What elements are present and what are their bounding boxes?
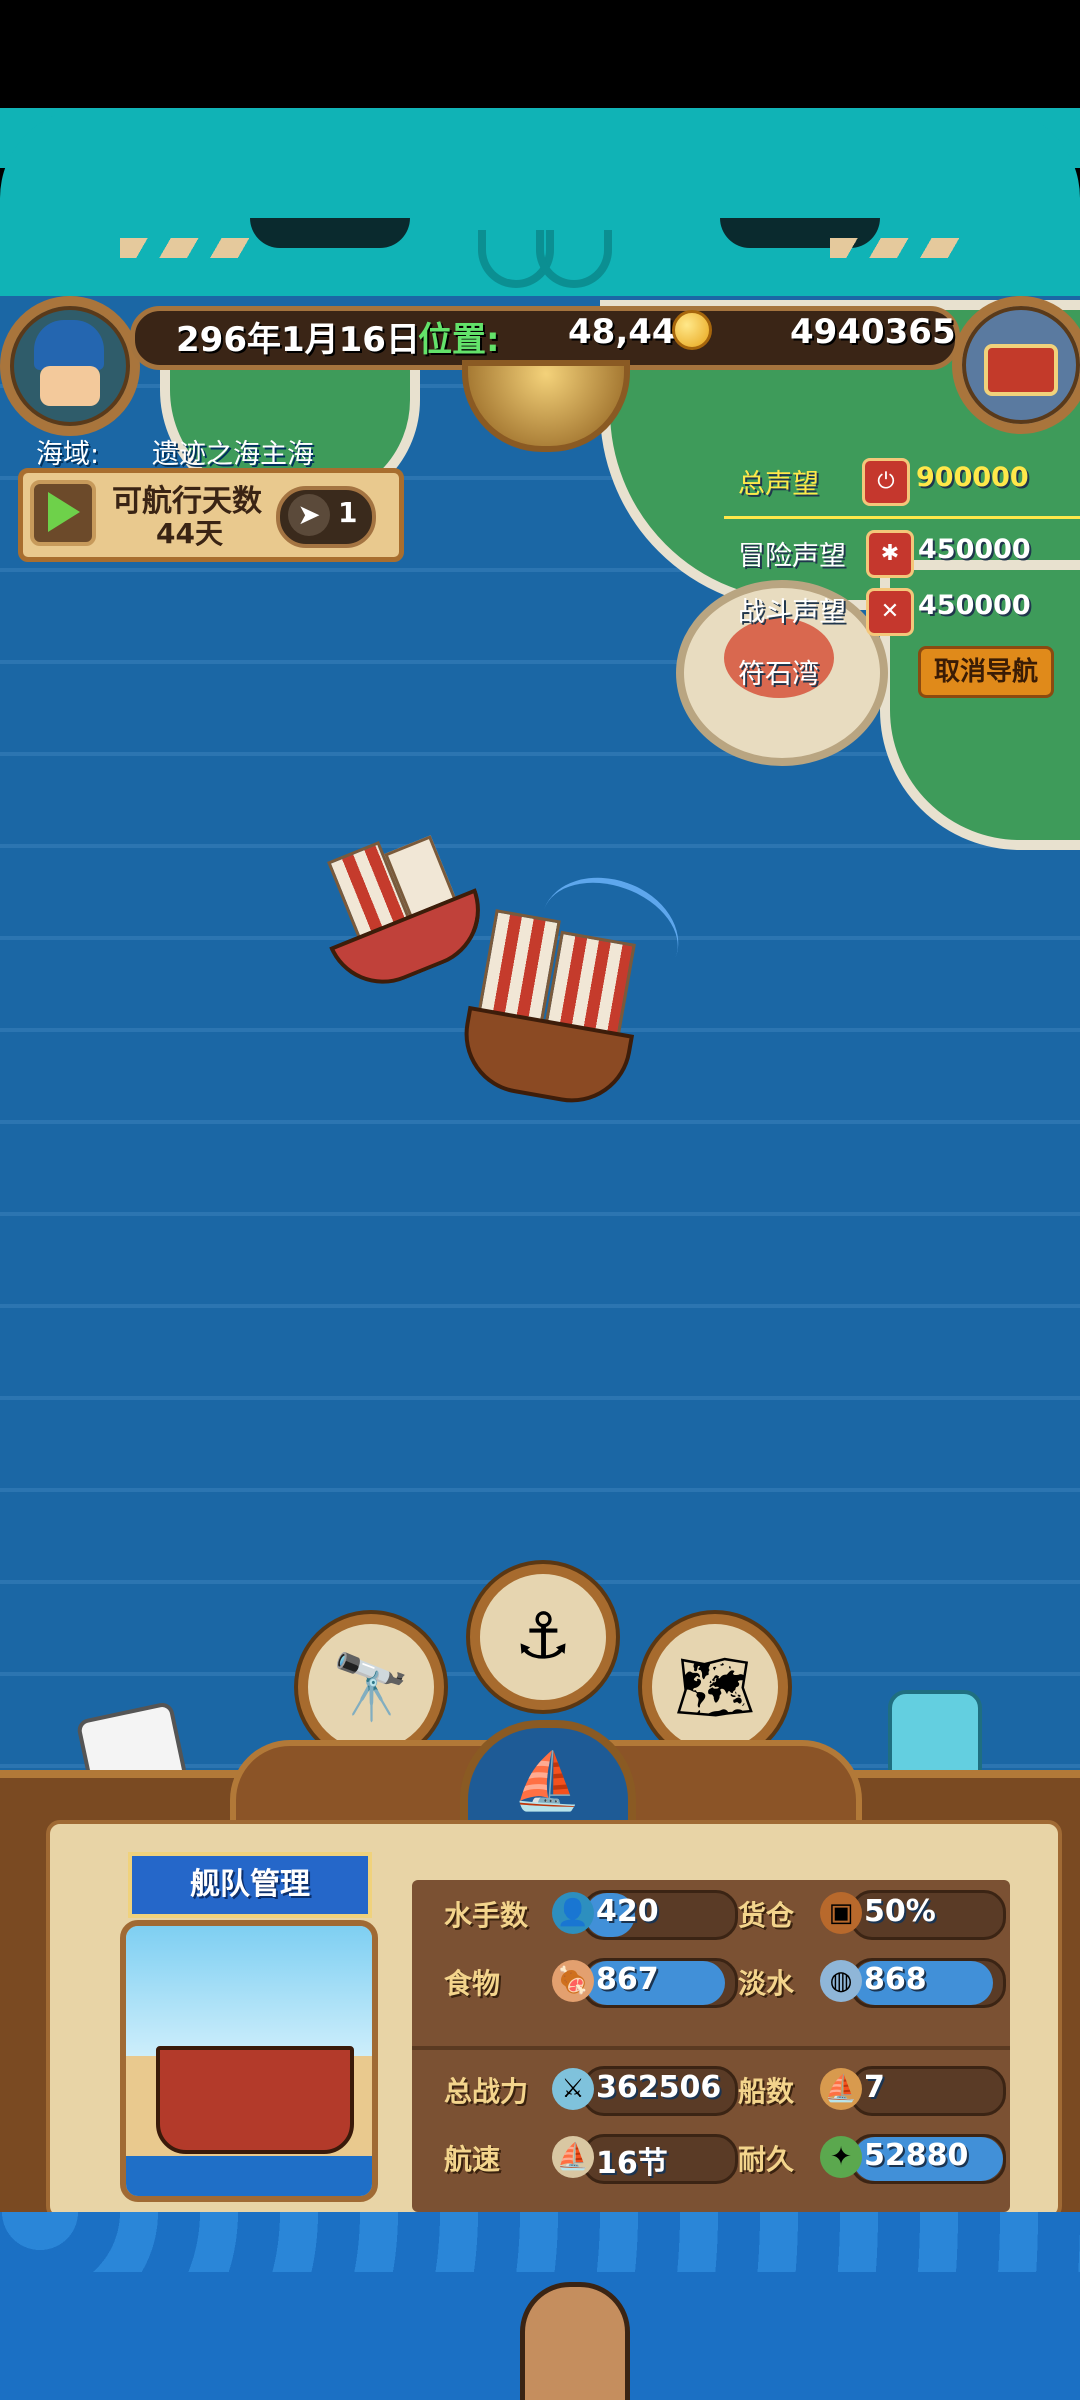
- durability-icon: ✦: [820, 2136, 862, 2178]
- stat-value: 868: [864, 1962, 927, 1997]
- stat-label: 总战力: [444, 2075, 529, 2108]
- player-avatar[interactable]: [0, 296, 140, 436]
- stat-value: 7: [864, 2070, 885, 2105]
- top-black-bar: [0, 0, 1080, 110]
- play-icon: [48, 492, 80, 532]
- cat-blush-right: [830, 238, 960, 258]
- anchor-button[interactable]: ⚓: [470, 1564, 616, 1710]
- ship-count-icon: ⛵: [820, 2068, 862, 2110]
- sea-area-name: 遗迹之海主海: [152, 439, 314, 470]
- fleet-ship-image[interactable]: [120, 1920, 378, 2202]
- gold-coin-icon: [672, 310, 712, 350]
- gold-amount: 4940365: [790, 312, 956, 352]
- cat-blush-left: [120, 238, 250, 258]
- game-date: 296年1月16日: [176, 320, 420, 360]
- bottom-sea-strip: [0, 2212, 1080, 2400]
- sea-area-label: 海域:: [36, 439, 100, 470]
- play-button[interactable]: [30, 480, 96, 546]
- position-label: 位置:: [418, 320, 500, 360]
- fleet-management-title[interactable]: 舰队管理: [128, 1852, 372, 1918]
- stat-label: 航速: [444, 2143, 501, 2176]
- water-icon: ◍: [820, 1960, 862, 2002]
- destination-label: 符石湾: [738, 659, 819, 690]
- adventure-reputation-icon: ✱: [866, 530, 914, 578]
- stat-value: 362506: [596, 2070, 722, 2105]
- battle-reputation-icon: ✕: [866, 588, 914, 636]
- telescope-button[interactable]: 🔭: [298, 1614, 444, 1760]
- food-icon: 🍖: [552, 1960, 594, 2002]
- stat-label: 耐久: [738, 2143, 795, 2176]
- avatar-hat: [34, 320, 104, 370]
- total-reputation-label: 总声望: [738, 469, 819, 500]
- stat-label: 淡水: [738, 1967, 795, 2000]
- total-reputation-value: 900000: [916, 462, 1029, 493]
- stat-value: 16节: [596, 2146, 668, 2181]
- sailor-icon: 👤: [552, 1892, 594, 1934]
- battle-reputation-label: 战斗声望: [738, 597, 846, 628]
- anchor-icon: ⚓: [514, 1600, 572, 1674]
- swimmer-character: [520, 2282, 630, 2400]
- stat-value: 50%: [864, 1894, 936, 1929]
- adventure-reputation-value: 450000: [918, 534, 1031, 565]
- stat-value: 420: [596, 1894, 659, 1929]
- fleet-image-sky: [126, 1926, 372, 2056]
- avatar-face: [40, 366, 100, 406]
- stat-value: 52880: [864, 2138, 969, 2173]
- cargo-icon: ▣: [820, 1892, 862, 1934]
- stat-label: 货仓: [738, 1899, 795, 1932]
- navigate-arrow-icon: ➤: [288, 494, 330, 536]
- chest-body: [984, 344, 1058, 396]
- navigate-button[interactable]: ➤ 1: [276, 486, 376, 548]
- reputation-divider: [724, 516, 1080, 519]
- fleet-image-water: [126, 2156, 372, 2196]
- adventure-reputation-label: 冒险声望: [738, 541, 846, 572]
- stat-label: 船数: [738, 2075, 795, 2108]
- cancel-navigation-button[interactable]: 取消导航: [918, 646, 1054, 698]
- stat-value: 867: [596, 1962, 659, 1997]
- stat-label: 食物: [444, 1967, 501, 2000]
- small-ship-icon: ⛵: [512, 1749, 582, 1814]
- navigate-count: 1: [338, 496, 358, 529]
- fleet-image-hull: [156, 2046, 354, 2154]
- cat-header-decoration: [0, 108, 1080, 298]
- world-map-icon: 🗺: [674, 1650, 756, 1725]
- speed-icon: ⛵: [552, 2136, 594, 2178]
- cat-mouth-right: [536, 230, 612, 288]
- telescope-icon: 🔭: [331, 1650, 411, 1725]
- power-icon: ⚔: [552, 2068, 594, 2110]
- stat-label: 水手数: [444, 1899, 529, 1932]
- stats-divider: [412, 2046, 1010, 2050]
- treasure-chest-icon[interactable]: [952, 296, 1080, 434]
- battle-reputation-value: 450000: [918, 590, 1031, 621]
- cat-eye-left: [250, 218, 410, 248]
- world-map-button[interactable]: 🗺: [642, 1614, 788, 1760]
- total-reputation-icon: ⏻: [862, 458, 910, 506]
- sail-days-value: 44天: [156, 517, 223, 550]
- position-value: 48,44: [568, 312, 676, 352]
- wave-pattern: [0, 2212, 1080, 2272]
